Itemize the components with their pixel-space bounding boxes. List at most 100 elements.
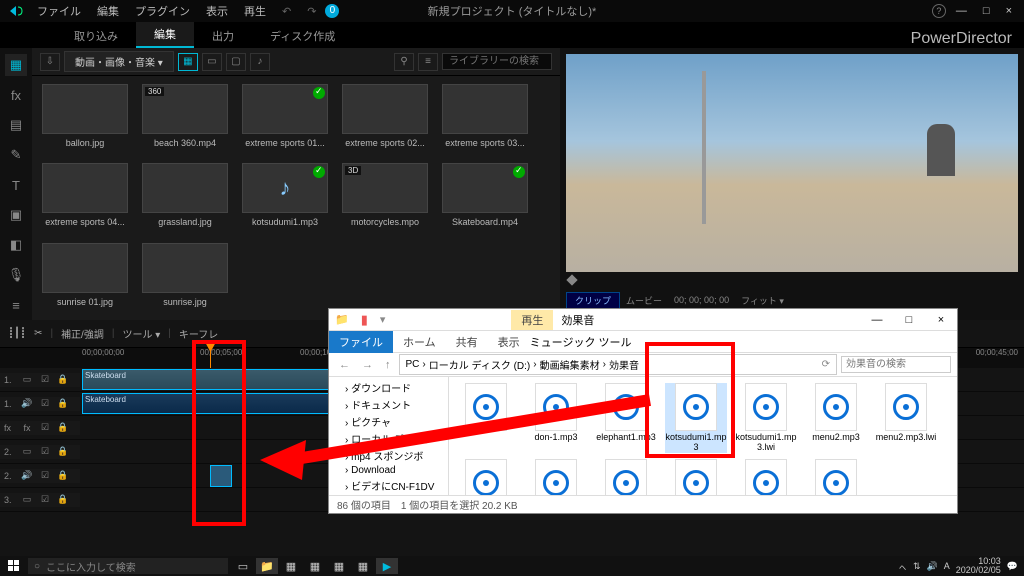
tree-node[interactable]: › ビデオにCN-F1DV [331, 477, 446, 494]
task-view-icon[interactable]: ▭ [232, 558, 254, 574]
file-item[interactable]: don-1.mp3 [525, 383, 587, 453]
import-icon[interactable]: ⇩ [40, 53, 60, 71]
tree-node[interactable]: › ダウンロード [331, 379, 446, 396]
menu-view[interactable]: 表示 [199, 3, 235, 19]
info-icon[interactable]: 0 [325, 4, 339, 18]
media-thumb[interactable]: 3Dmotorcycles.mpo [342, 163, 428, 232]
nav-fwd-icon[interactable]: → [358, 359, 377, 371]
file-item[interactable] [455, 459, 517, 495]
selection-tool-icon[interactable]: ┋┃┋ [8, 328, 26, 339]
tool-menu[interactable]: ツール ▾ [122, 326, 160, 341]
taskbar-app5-icon[interactable]: ▦ [352, 558, 374, 574]
menu-play[interactable]: 再生 [237, 3, 273, 19]
media-thumb[interactable]: ballon.jpg [42, 84, 128, 153]
tab-edit[interactable]: 編集 [136, 22, 194, 48]
window-minimize[interactable]: — [950, 5, 973, 17]
help-icon[interactable]: ? [932, 4, 946, 18]
taskbar-app3-icon[interactable]: ▦ [304, 558, 326, 574]
tab-import[interactable]: 取り込み [56, 24, 136, 48]
nav-up-icon[interactable]: ↑ [381, 359, 395, 371]
filter-image-icon[interactable]: ▢ [226, 53, 246, 71]
tool-fx-icon[interactable]: fx [5, 84, 27, 106]
taskbar-search[interactable]: ○ここに入力して検索 [28, 558, 228, 574]
library-search-input[interactable] [442, 53, 552, 70]
file-item[interactable]: kotsudumi1.mp3.lwi [735, 383, 797, 453]
taskbar-explorer-icon[interactable]: 📁 [256, 558, 278, 574]
taskbar-app4-icon[interactable]: ▦ [328, 558, 350, 574]
sort-icon[interactable]: ⚲ [394, 53, 414, 71]
tab-disc[interactable]: ディスク作成 [252, 24, 353, 48]
playhead[interactable] [210, 348, 211, 368]
tab-output[interactable]: 出力 [194, 24, 252, 48]
breadcrumb[interactable]: PC›ローカル ディスク (D:)›動画編集素材›効果音 ⟳ [399, 354, 838, 375]
tool-media-icon[interactable]: ▦ [5, 54, 27, 76]
system-tray[interactable]: ㇸ⇅🔊A 10:032020/02/05 💬 [892, 557, 1024, 575]
redo-icon[interactable]: ↷ [300, 5, 323, 18]
ribbon-file[interactable]: ファイル [329, 331, 393, 353]
explorer-search-input[interactable] [841, 356, 951, 373]
media-thumb[interactable]: sunrise.jpg [142, 243, 228, 312]
menu-plugin[interactable]: プラグイン [128, 3, 197, 19]
tree-node[interactable]: › mp4 スポンジボ [331, 447, 446, 464]
ribbon-share[interactable]: 共有 [446, 331, 488, 353]
file-item[interactable] [665, 459, 727, 495]
media-thumb[interactable]: extreme sports 03... [442, 84, 528, 153]
filter-video-icon[interactable]: ▭ [202, 53, 222, 71]
view-list-icon[interactable]: ≡ [418, 53, 438, 71]
view-grid-icon[interactable]: ▦ [178, 53, 198, 71]
tool-mix-icon[interactable]: ◧ [5, 234, 27, 256]
menu-file[interactable]: ファイル [30, 3, 88, 19]
tool-title-icon[interactable]: T [5, 174, 27, 196]
tree-node[interactable]: › ピクチャ [331, 413, 446, 430]
window-maximize[interactable]: □ [977, 5, 996, 17]
tool-fix[interactable]: 補正/強調 [61, 326, 104, 341]
media-thumb[interactable]: grassland.jpg [142, 163, 228, 232]
tool-voice-icon[interactable]: 🎙 [5, 264, 27, 286]
file-item[interactable] [595, 459, 657, 495]
explorer-close[interactable]: × [925, 314, 957, 326]
file-item[interactable]: kotsudumi1.mp3 [665, 383, 727, 453]
preview-mode-clip[interactable]: クリップ [566, 292, 620, 309]
preview-viewport[interactable] [566, 54, 1018, 272]
window-close[interactable]: × [1000, 5, 1018, 17]
file-item[interactable]: menu2.mp3 [805, 383, 867, 453]
tool-keyframe[interactable]: キーフレ [179, 326, 218, 341]
media-thumb[interactable]: extreme sports 01... [242, 84, 328, 153]
menu-edit[interactable]: 編集 [90, 3, 126, 19]
explorer-minimize[interactable]: — [861, 314, 893, 326]
tree-node[interactable]: › ローカル ディスク [331, 430, 446, 447]
media-thumb[interactable]: extreme sports 04... [42, 163, 128, 232]
preview-fit-select[interactable]: フィット ▾ [741, 294, 784, 307]
start-button[interactable] [0, 556, 28, 576]
preview-mode-movie[interactable]: ムービー [626, 294, 662, 307]
media-thumb[interactable]: extreme sports 02... [342, 84, 428, 153]
file-item[interactable]: elephant1.mp3 [595, 383, 657, 453]
tool-overlay-icon[interactable]: ▤ [5, 114, 27, 136]
explorer-titlebar[interactable]: 📁 ▮ ▾ 再生 効果音 — □ × [329, 309, 957, 331]
file-item[interactable] [525, 459, 587, 495]
cut-tool-icon[interactable]: ✂ [34, 328, 42, 339]
media-type-select[interactable]: 動画・画像・音楽 ▾ [64, 51, 174, 72]
explorer-maximize[interactable]: □ [893, 314, 925, 326]
tool-pen-icon[interactable]: ✎ [5, 144, 27, 166]
ribbon-music-tools[interactable]: ミュージック ツール [530, 334, 632, 350]
file-item[interactable] [735, 459, 797, 495]
explorer-tree[interactable]: › ダウンロード› ドキュメント› ピクチャ› ローカル ディスク› mp4 ス… [329, 377, 449, 495]
explorer-file-grid[interactable]: don-1.mp3elephant1.mp3kotsudumi1.mp3kots… [449, 377, 957, 495]
tool-transition-icon[interactable]: ▣ [5, 204, 27, 226]
media-thumb[interactable]: 360beach 360.mp4 [142, 84, 228, 153]
file-item[interactable] [455, 383, 517, 453]
file-item[interactable]: menu2.mp3.lwi [875, 383, 937, 453]
ribbon-home[interactable]: ホーム [393, 331, 446, 353]
ribbon-view[interactable]: 表示 [488, 331, 530, 353]
tree-node[interactable]: › Download [331, 464, 446, 477]
tool-chapter-icon[interactable]: ≡ [5, 294, 27, 316]
file-item[interactable] [805, 459, 867, 495]
taskbar-powerdirector-icon[interactable]: ▶ [376, 558, 398, 574]
media-thumb[interactable]: kotsudumi1.mp3 [242, 163, 328, 232]
media-thumb[interactable]: sunrise 01.jpg [42, 243, 128, 312]
filter-audio-icon[interactable]: ♪ [250, 53, 270, 71]
taskbar-app2-icon[interactable]: ▦ [280, 558, 302, 574]
media-thumb[interactable]: Skateboard.mp4 [442, 163, 528, 232]
tree-node[interactable]: › ドキュメント [331, 396, 446, 413]
